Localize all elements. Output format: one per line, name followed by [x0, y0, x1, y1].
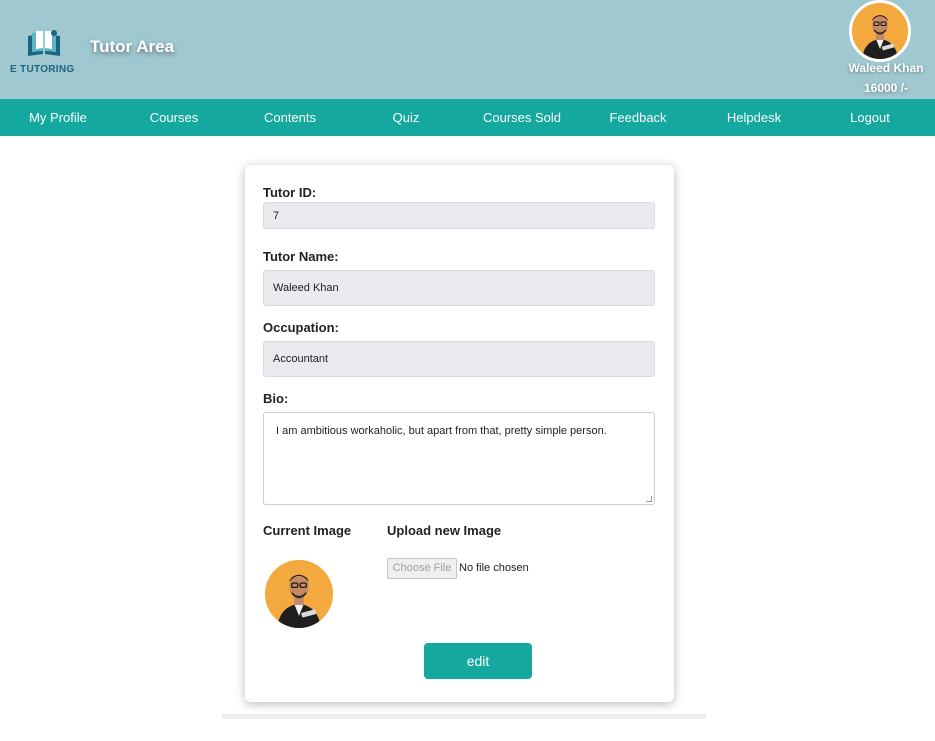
choose-file-button[interactable]: Choose File [387, 558, 457, 579]
page-title: Tutor Area [90, 37, 175, 56]
occupation-label: Occupation: [263, 320, 339, 335]
occupation-value: Accountant [273, 353, 329, 365]
nav-item-helpdesk[interactable]: Helpdesk [696, 99, 812, 136]
bio-textarea[interactable]: I am ambitious workaholic, but apart fro… [263, 412, 655, 505]
nav-item-contents[interactable]: Contents [232, 99, 348, 136]
edit-button[interactable]: edit [424, 643, 532, 679]
tutor-id-field: 7 [263, 202, 655, 229]
user-photo-icon [852, 3, 908, 59]
profile-card: Tutor ID: 7 Tutor Name: Waleed Khan Occu… [245, 165, 674, 702]
nav-item-my-profile[interactable]: My Profile [0, 99, 116, 136]
tutor-name-value: Waleed Khan [273, 282, 339, 294]
current-image-label: Current Image [263, 523, 352, 538]
user-name: Waleed Khan [848, 61, 924, 75]
upload-image-label: Upload new Image [387, 523, 502, 538]
logo[interactable]: E TUTORING [10, 30, 82, 76]
main-nav: My Profile Courses Contents Quiz Courses… [0, 99, 935, 136]
bio-value: I am ambitious workaholic, but apart fro… [276, 425, 607, 437]
resize-handle-icon[interactable] [646, 496, 652, 502]
book-icon [28, 30, 60, 56]
user-balance: 16000 /- [863, 81, 909, 95]
file-status-text: No file chosen [459, 562, 529, 574]
nav-item-courses-sold[interactable]: Courses Sold [464, 99, 580, 136]
app-header: E TUTORING Tutor Area Waleed Khan 16000 … [0, 0, 935, 99]
avatar[interactable] [849, 0, 911, 62]
tutor-name-label: Tutor Name: [263, 249, 339, 264]
user-photo-icon [265, 560, 333, 628]
nav-item-feedback[interactable]: Feedback [580, 99, 696, 136]
tutor-id-value: 7 [273, 209, 280, 222]
nav-item-quiz[interactable]: Quiz [348, 99, 464, 136]
nav-item-logout[interactable]: Logout [812, 99, 928, 136]
nav-item-courses[interactable]: Courses [116, 99, 232, 136]
logo-text: E TUTORING [10, 64, 75, 75]
occupation-field: Accountant [263, 341, 655, 377]
bio-label: Bio: [263, 391, 289, 406]
tutor-id-label: Tutor ID: [263, 185, 317, 200]
footer-divider [222, 714, 706, 719]
current-image [265, 560, 333, 628]
tutor-name-field: Waleed Khan [263, 270, 655, 306]
